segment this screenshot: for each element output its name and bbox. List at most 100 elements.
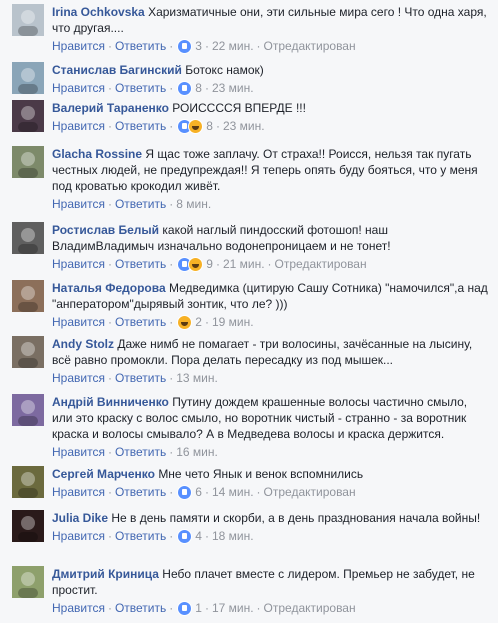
avatar[interactable] — [12, 280, 44, 312]
like-reaction-icon — [177, 600, 193, 616]
separator-dot: · — [215, 119, 220, 133]
comment-actions: Нравится · Ответить · 1 · 17 мин. · Отредактиров… — [52, 600, 490, 616]
avatar[interactable] — [12, 222, 44, 254]
comment-text: Даже нимб не помагает - три волосины, за… — [52, 337, 473, 367]
comment-author[interactable]: Julia Dike — [52, 511, 108, 525]
reactions-summary[interactable]: 8 — [177, 80, 202, 96]
like-button[interactable]: Нравится — [52, 600, 105, 616]
like-reaction-icon — [177, 80, 193, 96]
comment-timestamp[interactable]: 13 мин. — [176, 370, 218, 386]
like-reaction-icon — [177, 528, 193, 544]
separator-dot: · — [169, 485, 174, 499]
separator-dot: · — [256, 485, 261, 499]
comment-author[interactable]: Ростислав Белый — [52, 223, 159, 237]
reply-button[interactable]: Ответить — [115, 256, 166, 272]
avatar[interactable] — [12, 336, 44, 368]
comment-timestamp[interactable]: 17 мин. — [212, 600, 254, 616]
like-button[interactable]: Нравится — [52, 484, 105, 500]
comment-author[interactable]: Сергей Марченко — [52, 467, 155, 481]
comment-body: Glacha Rossine Я щас тоже заплачу. От ст… — [52, 146, 490, 212]
reactions-summary[interactable]: 3 — [177, 38, 202, 54]
comment-author[interactable]: Irina Ochkovska — [52, 5, 145, 19]
separator-dot: · — [107, 257, 112, 271]
reply-button[interactable]: Ответить — [115, 444, 166, 460]
separator-dot: · — [107, 601, 112, 615]
reply-button[interactable]: Ответить — [115, 370, 166, 386]
reply-button[interactable]: Ответить — [115, 196, 166, 212]
comment-body: Валерий Тараненко РОИСССCЯ ВПЕРДЕ !!! Нра… — [52, 100, 490, 134]
reactions-summary[interactable]: 4 — [177, 528, 202, 544]
reply-button[interactable]: Ответить — [115, 484, 166, 500]
comment-timestamp[interactable]: 21 мин. — [223, 256, 265, 272]
comment-actions: Нравится · Ответить · 16 мин. — [52, 444, 490, 460]
reactions-summary[interactable]: 6 — [177, 484, 202, 500]
reaction-count: 9 — [206, 257, 213, 271]
reply-button[interactable]: Ответить — [115, 118, 166, 134]
comment-body: Julia Dike Не в день памяти и скорби, а … — [52, 510, 490, 544]
comment-body: Irina Ochkovska Харизматичные они, эти с… — [52, 4, 490, 54]
separator-dot: · — [107, 315, 112, 329]
like-button[interactable]: Нравится — [52, 38, 105, 54]
reply-button[interactable]: Ответить — [115, 314, 166, 330]
comment-author[interactable]: Валерий Тараненко — [52, 101, 169, 115]
separator-dot: · — [169, 371, 174, 385]
comment-timestamp[interactable]: 16 мин. — [176, 444, 218, 460]
comment-timestamp[interactable]: 19 мин. — [212, 314, 254, 330]
like-button[interactable]: Нравится — [52, 314, 105, 330]
like-button[interactable]: Нравится — [52, 118, 105, 134]
separator-dot: · — [169, 119, 174, 133]
comment-timestamp[interactable]: 14 мин. — [212, 484, 254, 500]
like-button[interactable]: Нравится — [52, 528, 105, 544]
avatar[interactable] — [12, 394, 44, 426]
reactions-summary[interactable]: 9 — [177, 256, 213, 272]
edited-label[interactable]: Отредактирован — [264, 38, 356, 54]
comment-timestamp[interactable]: 8 мин. — [176, 196, 211, 212]
comment-actions: Нравится · Ответить · 8 · 23 мин. — [52, 118, 490, 134]
comment-timestamp[interactable]: 23 мин. — [212, 80, 254, 96]
avatar[interactable] — [12, 146, 44, 178]
avatar[interactable] — [12, 566, 44, 598]
edited-label[interactable]: Отредактирован — [264, 600, 356, 616]
like-button[interactable]: Нравится — [52, 256, 105, 272]
like-button[interactable]: Нравится — [52, 370, 105, 386]
comment-text: Ботокс намок) — [185, 63, 264, 77]
separator-dot: · — [204, 485, 209, 499]
reactions-summary[interactable]: 1 — [177, 600, 202, 616]
comment-timestamp[interactable]: 23 мин. — [223, 118, 265, 134]
avatar[interactable] — [12, 466, 44, 498]
comment-author[interactable]: Наталья Федорова — [52, 281, 166, 295]
comment-timestamp[interactable]: 18 мин. — [212, 528, 254, 544]
like-button[interactable]: Нравится — [52, 196, 105, 212]
separator-dot: · — [204, 39, 209, 53]
comment-author[interactable]: Станислав Багинский — [52, 63, 182, 77]
separator-dot: · — [107, 529, 112, 543]
edited-label[interactable]: Отредактирован — [275, 256, 367, 272]
avatar[interactable] — [12, 4, 44, 36]
reply-button[interactable]: Ответить — [115, 600, 166, 616]
comment-author[interactable]: Дмитрий Криница — [52, 567, 159, 581]
comment-actions: Нравится · Ответить · 8 · 23 мин. — [52, 80, 490, 96]
comment-actions: Нравится · Ответить · 13 мин. — [52, 370, 490, 386]
separator-dot: · — [107, 197, 112, 211]
comment-timestamp[interactable]: 22 мин. — [212, 38, 254, 54]
comment-author[interactable]: Андрій Винниченко — [52, 395, 169, 409]
comment-body: Андрій Винниченко Путину дождем крашенны… — [52, 394, 490, 460]
reactions-summary[interactable]: 8 — [177, 118, 213, 134]
like-button[interactable]: Нравится — [52, 444, 105, 460]
reaction-count: 6 — [195, 485, 202, 499]
comment-author[interactable]: Glacha Rossine — [52, 147, 142, 161]
like-button[interactable]: Нравится — [52, 80, 105, 96]
reply-button[interactable]: Ответить — [115, 528, 166, 544]
comment-author[interactable]: Andy Stolz — [52, 337, 114, 351]
separator-dot: · — [169, 39, 174, 53]
reply-button[interactable]: Ответить — [115, 80, 166, 96]
reply-button[interactable]: Ответить — [115, 38, 166, 54]
comment-text: РОИСССCЯ ВПЕРДЕ !!! — [172, 101, 306, 115]
edited-label[interactable]: Отредактирован — [264, 484, 356, 500]
avatar[interactable] — [12, 62, 44, 94]
avatar[interactable] — [12, 100, 44, 132]
avatar[interactable] — [12, 510, 44, 542]
reactions-summary[interactable]: 2 — [177, 314, 202, 330]
comment-actions: Нравится · Ответить · 6 · 14 мин. · Отредактиров… — [52, 484, 490, 500]
separator-dot: · — [204, 315, 209, 329]
